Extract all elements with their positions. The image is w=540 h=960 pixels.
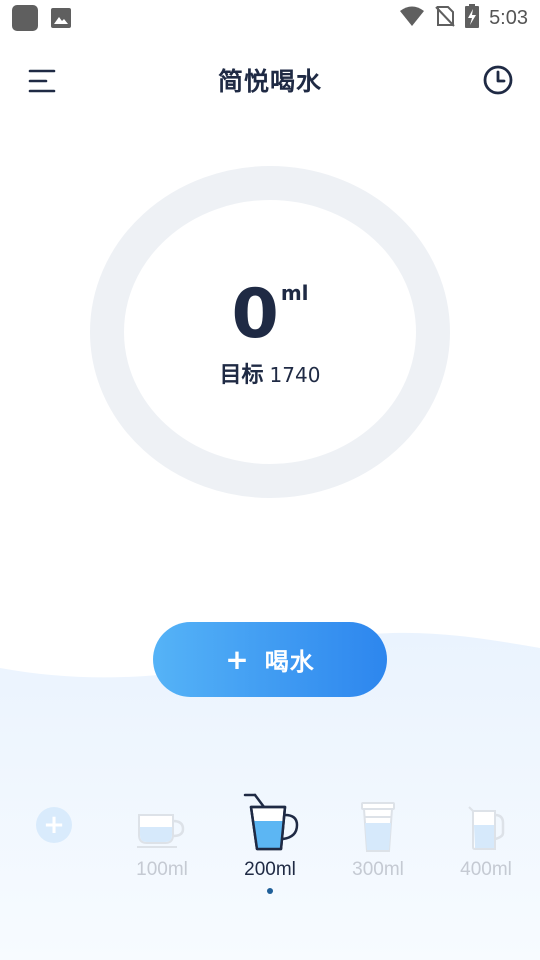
- cup-label: 400ml: [460, 859, 512, 880]
- progress-ring: 0 ml 目标 1740: [90, 166, 450, 498]
- wifi-icon: [399, 5, 425, 31]
- intake-unit: ml: [280, 281, 309, 305]
- cup-option-200ml[interactable]: 200ml: [225, 793, 315, 895]
- cup-label: 200ml: [244, 859, 296, 880]
- selected-indicator: [267, 888, 273, 894]
- status-time: 5:03: [489, 6, 528, 29]
- app-header: 简悦喝水: [0, 56, 540, 104]
- cup-label: 100ml: [136, 859, 188, 880]
- cup-option-400ml[interactable]: 400ml: [441, 795, 531, 895]
- add-icon: +: [43, 810, 65, 840]
- drink-button-label: 喝水: [264, 648, 315, 676]
- teacup-icon: [137, 814, 185, 848]
- status-bar: 5:03: [0, 0, 540, 36]
- goal-row: 目标 1740: [220, 357, 321, 389]
- history-clock-icon[interactable]: [482, 64, 514, 96]
- mug-with-straw-icon: [243, 793, 299, 851]
- cup-option-300ml[interactable]: 300ml: [333, 795, 423, 895]
- takeaway-cup-icon: [361, 802, 395, 852]
- intake-amount: 0: [231, 275, 279, 354]
- jug-icon: [468, 806, 505, 850]
- cup-label: 300ml: [352, 859, 404, 880]
- cup-option-100ml[interactable]: 100ml: [117, 795, 207, 895]
- battery-charging-icon: [465, 4, 480, 32]
- plus-icon: +: [225, 642, 249, 676]
- page-title: 简悦喝水: [217, 67, 322, 96]
- image-icon: [50, 7, 72, 29]
- menu-icon[interactable]: [28, 68, 56, 94]
- add-cup-button[interactable]: +: [36, 807, 72, 843]
- progress-readout: 0 ml 目标 1740: [90, 166, 450, 498]
- goal-value: 1740: [269, 363, 321, 387]
- cup-selector: + 100ml 200ml 300ml 400ml: [0, 793, 540, 905]
- drink-water-button[interactable]: + 喝水: [153, 622, 387, 697]
- goal-label: 目标: [219, 363, 264, 388]
- app-icon: [12, 5, 38, 31]
- no-sim-icon: [435, 5, 455, 31]
